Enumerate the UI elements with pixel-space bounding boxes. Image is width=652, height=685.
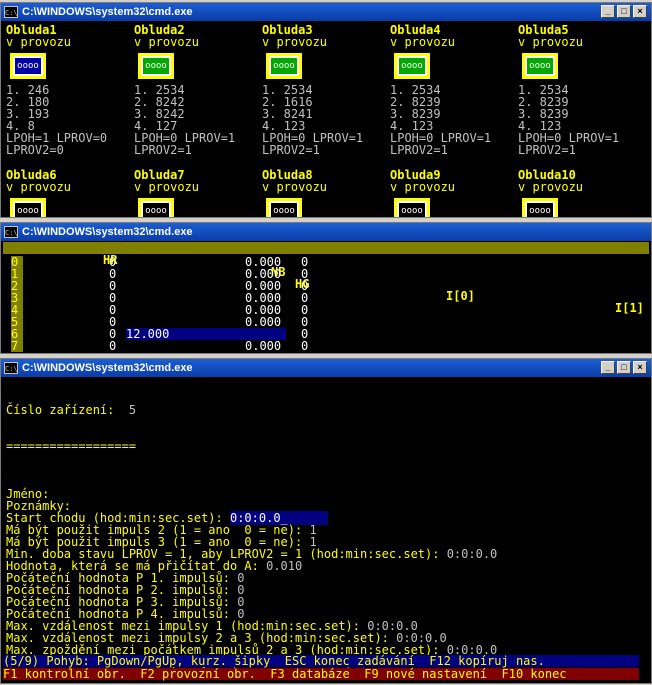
status-lamp[interactable]: oooo (10, 53, 46, 79)
field-value: 0.010 (266, 559, 303, 573)
unit-state: v provozu (390, 35, 456, 49)
status-lamp[interactable]: oooo (394, 198, 430, 217)
row-index: 7 (11, 340, 23, 352)
unit-state: v provozu (134, 180, 200, 194)
maximize-button[interactable]: □ (617, 361, 631, 374)
status-lamp[interactable]: oooo (522, 198, 558, 217)
unit-flags: LPROV2=1 (134, 143, 192, 157)
cell-hg: 0 (301, 339, 309, 353)
lamp-label: oooo (13, 201, 43, 217)
unit-panel[interactable]: Obluda3 v provozu oooo 1. 2534 2. 1616 3. 824… (262, 24, 390, 156)
table-row[interactable]: 4 0 0.000 0 (1, 304, 647, 316)
status-lamp[interactable]: oooo (138, 53, 174, 79)
unit-panel[interactable]: Obluda10 v provozu oooo (518, 169, 646, 217)
unit-state: v provozu (262, 35, 328, 49)
unit-state: v provozu (390, 180, 456, 194)
lamp-label: oooo (269, 56, 299, 76)
maximize-button[interactable]: □ (617, 5, 631, 18)
title-bar[interactable]: C:\ C:\WINDOWS\system32\cmd.exe _ □ × (1, 3, 651, 21)
title-bar[interactable]: C:\ C:\WINDOWS\system32\cmd.exe (1, 223, 651, 241)
unit-panel[interactable]: Obluda7 v provozu oooo (134, 169, 262, 217)
unit-panel[interactable]: Obluda2 v provozu oooo 1. 2534 2. 8242 3. 824… (134, 24, 262, 156)
monitor-window: C:\ C:\WINDOWS\system32\cmd.exe _ □ × Ob… (0, 2, 652, 218)
cell-nb: 0.000 (245, 339, 282, 353)
status-lamp[interactable]: oooo (266, 53, 302, 79)
unit-panel[interactable]: Obluda4 v provozu oooo 1. 2534 2. 8239 3. 823… (390, 24, 518, 156)
lamp-label: oooo (269, 201, 299, 217)
lamp-label: oooo (525, 201, 555, 217)
unit-flags: LPROV2=1 (390, 143, 448, 157)
status-lamp[interactable]: oooo (138, 198, 174, 217)
unit-state: v provozu (518, 180, 584, 194)
unit-state: v provozu (6, 35, 72, 49)
lamp-label: oooo (525, 56, 555, 76)
close-button[interactable]: × (633, 361, 647, 374)
table-row[interactable]: 5 0 0.000 0 (1, 316, 647, 328)
minimize-button[interactable]: _ (601, 5, 615, 18)
unit-state: v provozu (134, 35, 200, 49)
cmd-icon: C:\ (4, 6, 18, 18)
unit-flags: LPROV2=1 (518, 143, 576, 157)
unit-panel[interactable]: Obluda9 v provozu oooo (390, 169, 518, 217)
unit-state: v provozu (6, 180, 72, 194)
unit-panel[interactable]: Obluda5 v provozu oooo 1. 2534 2. 8239 3. 823… (518, 24, 646, 156)
unit-panel[interactable]: Obluda6 v provozu oooo (6, 169, 134, 217)
unit-flags: LPROV2=0 (6, 143, 64, 157)
separator: ================== (6, 439, 137, 453)
close-button[interactable]: × (633, 5, 647, 18)
cmd-icon: C:\ (4, 226, 18, 238)
help-bar: (5/9) Pohyb: PgDown/PgUp, kurz. šipky ES… (3, 655, 639, 667)
status-lamp[interactable]: oooo (266, 198, 302, 217)
table-header: HR NB HG I[0] I[1] (3, 242, 649, 314)
lamp-label: oooo (397, 201, 427, 217)
lamp-label: oooo (141, 201, 171, 217)
cell-hr: 0 (109, 339, 117, 353)
lamp-label: oooo (141, 56, 171, 76)
table-row[interactable]: 3 0 0.000 0 (1, 292, 647, 304)
unit-panel[interactable]: Obluda1 v provozu oooo 1. 246 2. 180 3. 193 4.… (6, 24, 134, 156)
table-row[interactable]: 0 0 0.000 0 (1, 256, 647, 268)
table-row[interactable]: 7 0 0.000 0 (1, 340, 647, 352)
status-lamp[interactable]: oooo (10, 198, 46, 217)
settings-form: Číslo zařízení: 5 ================== Jmé… (6, 380, 497, 668)
title-bar[interactable]: C:\ C:\WINDOWS\system32\cmd.exe _ □ × (1, 359, 651, 377)
table-row[interactable]: 6 0 12.000 0 (1, 328, 647, 340)
device-number-line: Číslo zařízení: 5 (6, 403, 137, 417)
table-row[interactable]: 1 0 0.000 0 (1, 268, 647, 280)
cell-nb: 0.000 (245, 315, 282, 329)
field-value: 0:0:0.0 (446, 547, 498, 561)
unit-state: v provozu (262, 180, 328, 194)
window-title: C:\WINDOWS\system32\cmd.exe (22, 226, 193, 238)
window-title: C:\WINDOWS\system32\cmd.exe (22, 362, 193, 374)
minimize-button[interactable]: _ (601, 361, 615, 374)
unit-panel[interactable]: Obluda8 v provozu oooo (262, 169, 390, 217)
status-lamp[interactable]: oooo (522, 53, 558, 79)
cmd-icon: C:\ (4, 362, 18, 374)
function-key-bar: F1 kontrolní obr. F2 provozní obr. F3 da… (3, 668, 639, 680)
lamp-label: oooo (13, 56, 43, 76)
status-lamp[interactable]: oooo (394, 53, 430, 79)
window-title: C:\WINDOWS\system32\cmd.exe (22, 6, 193, 18)
unit-state: v provozu (518, 35, 584, 49)
table-row[interactable]: 2 0 0.000 0 (1, 280, 647, 292)
unit-flags: LPROV2=1 (262, 143, 320, 157)
lamp-label: oooo (397, 56, 427, 76)
settings-window: C:\ C:\WINDOWS\system32\cmd.exe _ □ × Čí… (0, 358, 652, 684)
table-window: C:\ C:\WINDOWS\system32\cmd.exe HR NB HG… (0, 222, 652, 354)
form-line: Jméno: (6, 488, 497, 500)
form-line (6, 476, 497, 488)
